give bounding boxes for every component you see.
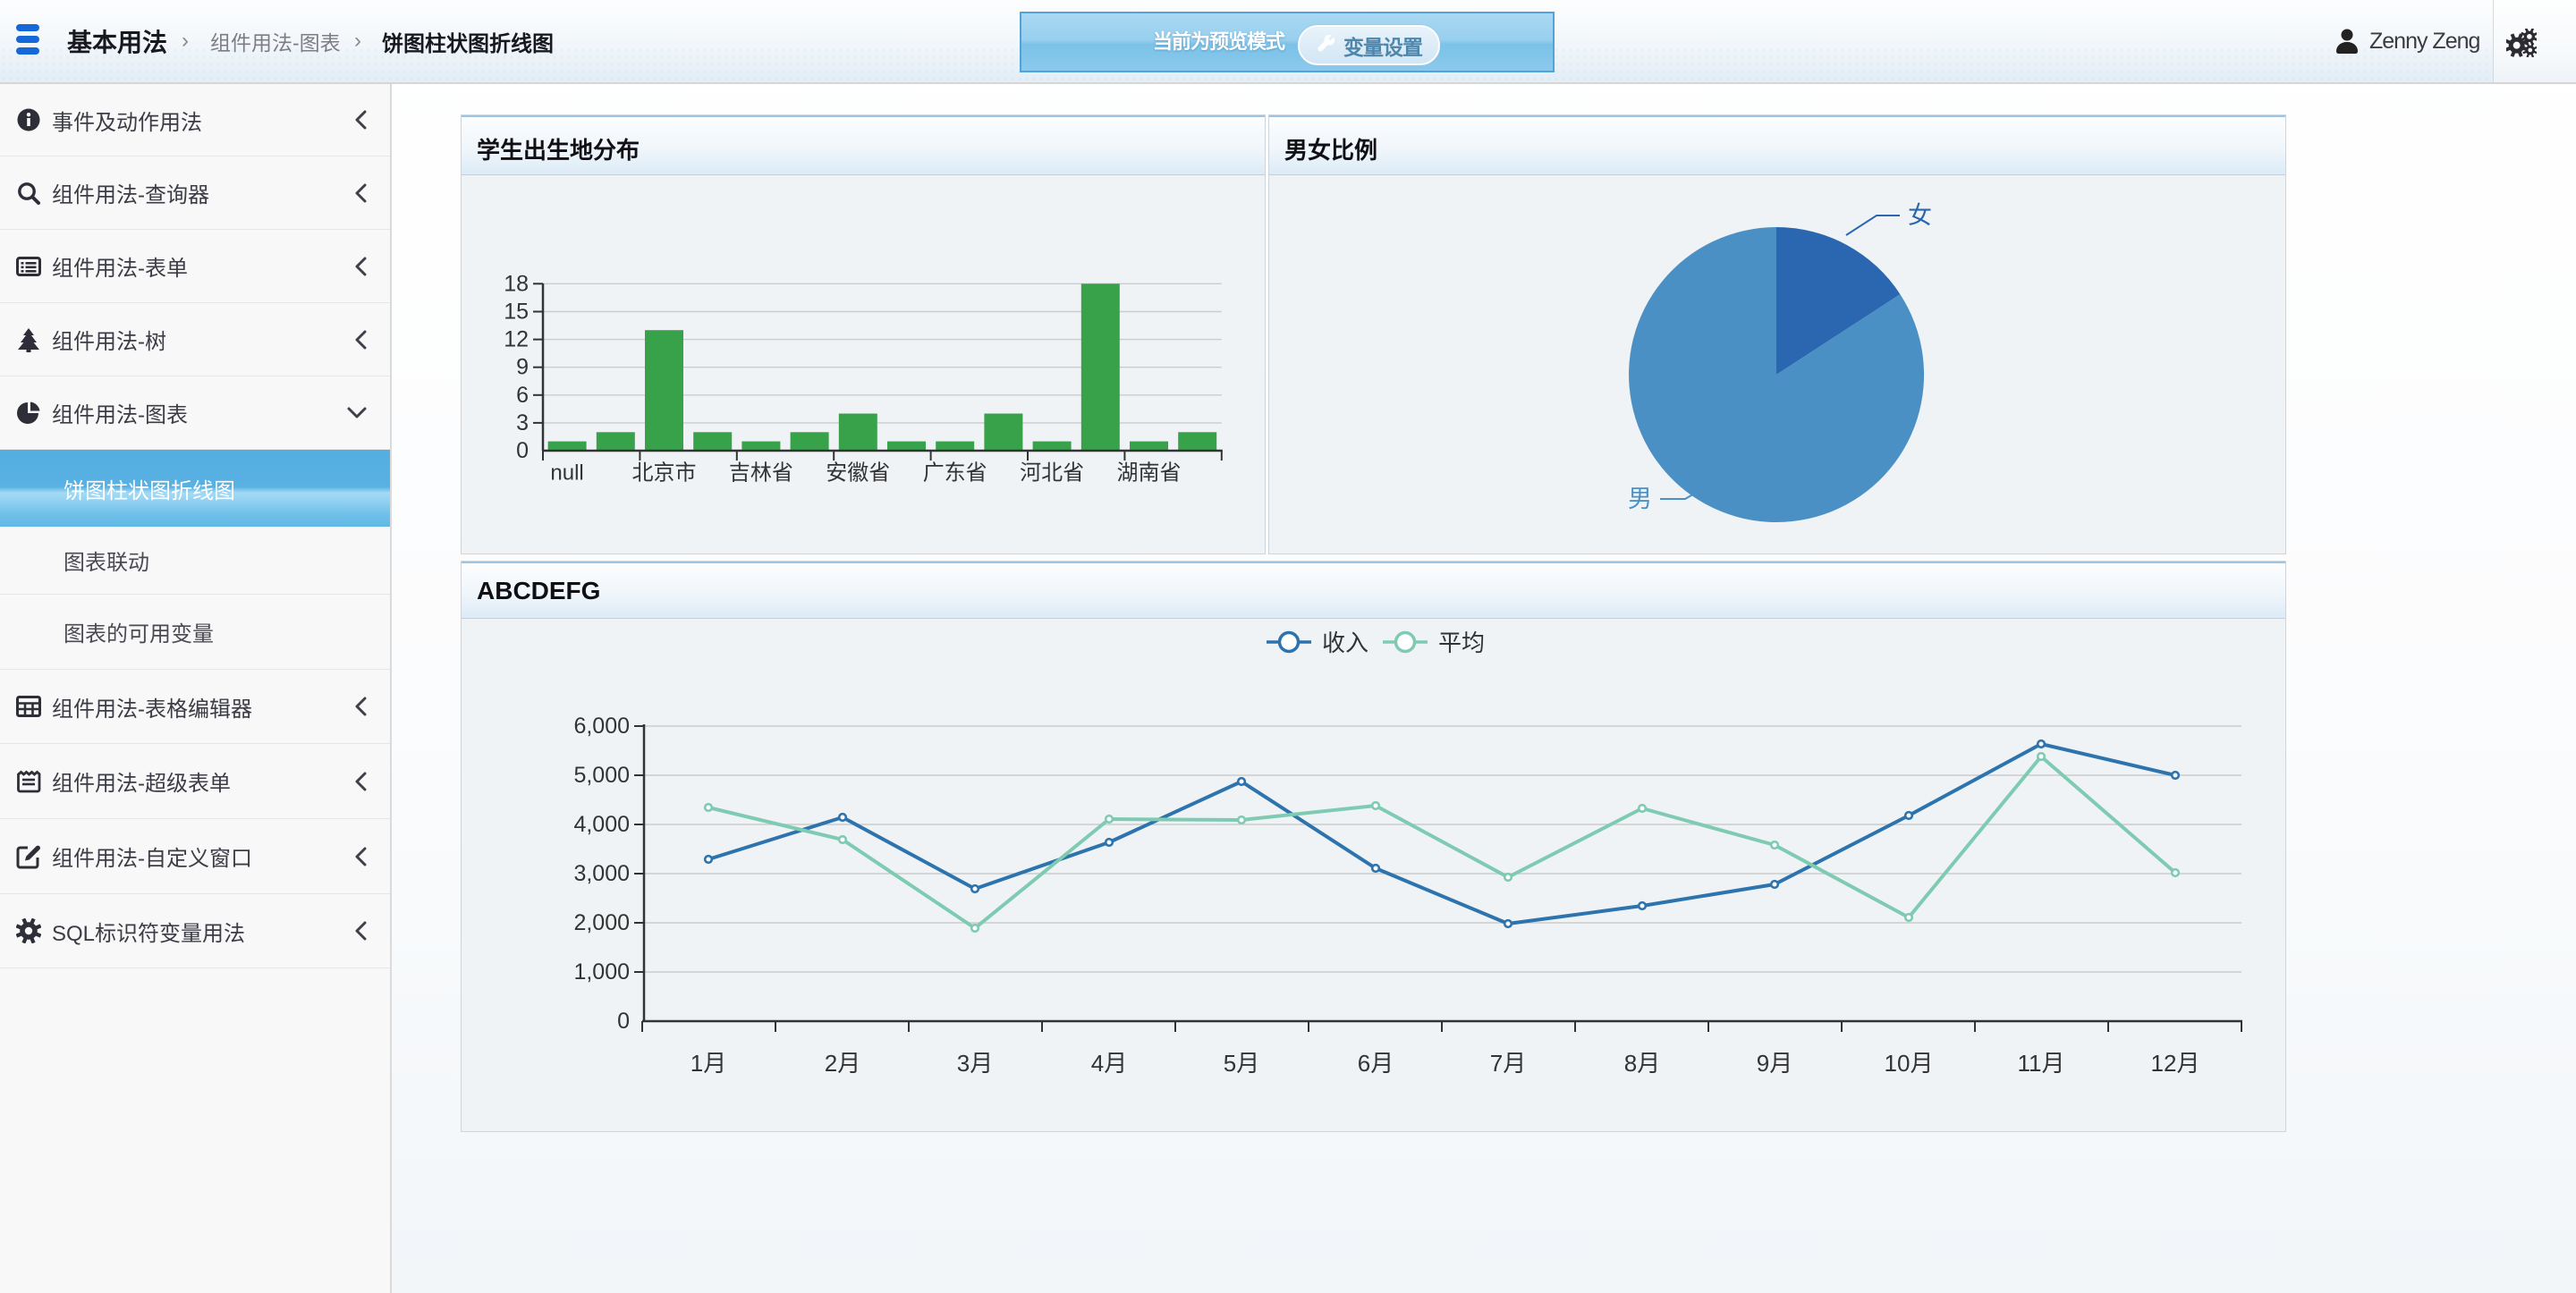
svg-text:河北省: 河北省 bbox=[1020, 461, 1084, 486]
svg-text:8月: 8月 bbox=[1624, 1050, 1660, 1077]
svg-text:3月: 3月 bbox=[957, 1050, 993, 1077]
svg-text:广东省: 广东省 bbox=[923, 461, 987, 486]
svg-text:1月: 1月 bbox=[691, 1050, 726, 1077]
svg-text:7月: 7月 bbox=[1490, 1050, 1526, 1077]
svg-text:1,000: 1,000 bbox=[573, 959, 630, 985]
svg-text:平均: 平均 bbox=[1438, 630, 1485, 656]
svg-text:15: 15 bbox=[504, 300, 529, 325]
svg-text:北京市: 北京市 bbox=[632, 461, 697, 486]
svg-text:女: 女 bbox=[1908, 202, 1932, 229]
svg-text:2月: 2月 bbox=[825, 1050, 860, 1077]
svg-text:null: null bbox=[550, 461, 583, 486]
svg-text:10月: 10月 bbox=[1885, 1050, 1934, 1077]
svg-text:0: 0 bbox=[617, 1009, 630, 1034]
svg-text:9: 9 bbox=[516, 355, 529, 380]
svg-text:3: 3 bbox=[516, 410, 529, 435]
svg-text:18: 18 bbox=[504, 271, 529, 296]
svg-text:2,000: 2,000 bbox=[573, 910, 630, 935]
svg-text:9月: 9月 bbox=[1757, 1050, 1792, 1077]
svg-text:6: 6 bbox=[516, 383, 529, 408]
svg-text:4,000: 4,000 bbox=[573, 812, 630, 837]
svg-text:4月: 4月 bbox=[1091, 1050, 1127, 1077]
svg-text:男: 男 bbox=[1628, 486, 1652, 512]
svg-text:湖南省: 湖南省 bbox=[1117, 461, 1182, 486]
svg-text:6月: 6月 bbox=[1358, 1050, 1394, 1077]
svg-text:12月: 12月 bbox=[2151, 1050, 2200, 1077]
svg-text:5,000: 5,000 bbox=[573, 763, 630, 788]
svg-text:11月: 11月 bbox=[2018, 1050, 2065, 1077]
svg-text:安徽省: 安徽省 bbox=[826, 461, 890, 486]
svg-text:5月: 5月 bbox=[1224, 1050, 1259, 1077]
svg-text:12: 12 bbox=[504, 327, 529, 352]
svg-text:6,000: 6,000 bbox=[573, 714, 630, 739]
svg-text:0: 0 bbox=[516, 438, 529, 463]
svg-text:3,000: 3,000 bbox=[573, 861, 630, 886]
svg-text:收入: 收入 bbox=[1322, 630, 1368, 656]
svg-text:吉林省: 吉林省 bbox=[729, 461, 793, 486]
